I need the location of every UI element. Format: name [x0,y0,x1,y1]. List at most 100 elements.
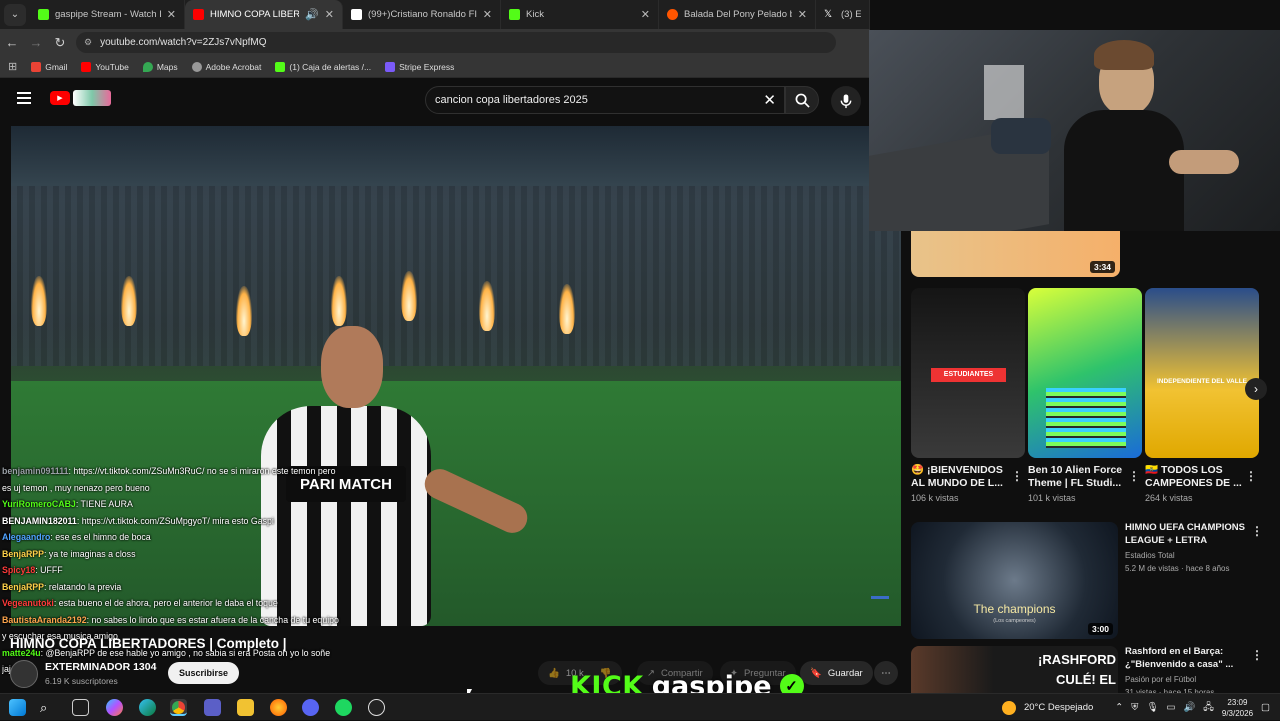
chat-username[interactable]: BenjaRPP [2,549,44,559]
voice-search-button[interactable] [831,86,861,116]
tab-cristiano-ronaldo[interactable]: (99+)Cristiano Ronaldo FIFA 19 ✕ [343,0,501,29]
tab-gaspipe-stream[interactable]: gaspipe Stream - Watch Live on ✕ [30,0,185,29]
close-tab-icon[interactable]: ✕ [483,8,492,21]
bookmark-gmail[interactable]: Gmail [31,61,67,72]
chrome-taskbar-button[interactable] [170,699,187,716]
network-icon[interactable]: 🖧 [1203,700,1214,716]
channel-name[interactable]: EXTERMINADOR 1304 [45,661,156,673]
obs-studio-icon[interactable] [368,699,385,716]
video-info[interactable]: HIMNO UEFA CHAMPIONS LEAGUE + LETRA Esta… [1125,521,1255,575]
microphone-icon[interactable]: 🎙 [1146,702,1158,713]
windows-security-icon[interactable]: ⛨ [1131,702,1138,713]
subscribe-button[interactable]: Suscribirse [168,662,240,684]
video-thumbnail[interactable]: The champions (Los campeones) 3:00 [911,522,1118,639]
more-options-icon[interactable]: ⋮ [1245,469,1257,483]
chat-username[interactable]: Spicy18 [2,565,35,575]
next-shorts-chevron-icon[interactable]: › [1245,378,1267,400]
battery-icon[interactable]: ▭ [1166,702,1175,713]
bookmark-alertas[interactable]: (1) Caja de alertas /... [275,61,371,72]
short-info[interactable]: Ben 10 Alien Force Theme | FL Studi... 1… [1028,464,1128,503]
chat-username[interactable]: BenjaRPP [2,582,44,592]
bookmark-stripe-express[interactable]: Stripe Express [385,61,454,72]
more-options-icon[interactable]: ⋮ [1128,469,1140,483]
spotify-icon[interactable] [335,699,352,716]
tray-chevron-icon[interactable]: ⌃ [1115,702,1123,713]
close-tab-icon[interactable]: ✕ [167,8,176,21]
more-options-icon[interactable]: ⋮ [1251,524,1263,538]
chat-message: BENJAMIN182011: https://vt.tiktok.com/ZS… [2,513,342,530]
site-info-icon[interactable]: ⚙ [84,37,92,48]
recommendations-sidebar: 3:34 ESTUDIANTES INDEPENDIENTE DEL VALLE… [905,231,1280,697]
short-thumbnail[interactable]: INDEPENDIENTE DEL VALLE [1145,288,1259,458]
tab-x-explore[interactable]: 𝕏 (3) Expl [816,0,870,29]
url-field[interactable]: ⚙ youtube.com/watch?v=2ZJs7vNpfMQ [76,32,836,53]
close-tab-icon[interactable]: ✕ [325,8,334,21]
chat-message: BenjaRPP: relatando la previa [2,579,342,596]
chat-username[interactable]: benjamin091111 [2,466,69,476]
close-tab-icon[interactable]: ✕ [641,8,650,21]
wall-calendar [984,65,1024,120]
reload-icon[interactable]: ↻ [48,35,72,51]
short-info[interactable]: 🤩 ¡BIENVENIDOS AL MUNDO DE L... 106 k vi… [911,464,1011,503]
discord-icon[interactable] [302,699,319,716]
video-info[interactable]: Rashford en el Barça: ¿"Bienvenido a cas… [1125,645,1255,699]
tab-kick[interactable]: Kick ✕ [501,0,659,29]
volume-icon[interactable]: 🔊 [1183,702,1195,713]
weather-sun-icon[interactable] [1001,700,1016,715]
recommended-thumbnail[interactable]: 3:34 [911,231,1120,277]
more-options-icon[interactable]: ⋮ [1011,469,1023,483]
windows-start-icon[interactable] [9,699,26,716]
short-info[interactable]: 🇪🇨 TODOS LOS CAMPEONES DE ... 264 k vist… [1145,464,1245,503]
bookmark-youtube[interactable]: YouTube [81,61,129,72]
search-icon[interactable]: ⌕ [40,699,57,716]
clear-search-icon[interactable]: ✕ [763,91,776,109]
youtube-icon [81,61,92,72]
close-tab-icon[interactable]: ✕ [798,8,807,21]
soundcloud-favicon-icon [667,9,678,20]
task-view-icon[interactable] [72,699,89,716]
bookmark-maps[interactable]: Maps [142,61,178,72]
youtube-logo-icon[interactable]: ▶ [50,91,70,105]
video-thumbnail[interactable]: ¡RASHFORD CULÉ! EL REGRESO [911,646,1118,696]
file-explorer-icon[interactable] [237,699,254,716]
gmail-icon [31,61,42,72]
tab-balada-pony[interactable]: Balada Del Pony Pelado by sr_a ✕ [659,0,816,29]
short-thumbnail[interactable]: ESTUDIANTES [911,288,1025,458]
apps-grid-icon[interactable]: ⊞ [8,60,17,73]
channel-avatar[interactable] [10,660,38,688]
youtube-doodle-logo[interactable] [73,90,111,106]
chat-text: : ya te imaginas a closs [44,548,136,559]
tab-himno-copa[interactable]: HIMNO COPA LIBERTADORE 🔊 ✕ [185,0,343,29]
search-button[interactable] [785,86,819,114]
forward-arrow-icon[interactable]: → [24,35,48,50]
chat-username[interactable]: Alegaandro [2,532,50,542]
audio-playing-icon[interactable]: 🔊 [305,8,319,21]
weather-widget[interactable]: 20°C Despejado [1024,702,1093,713]
save-button[interactable]: 🔖 Guardar [800,661,873,685]
clock[interactable]: 23:09 9/3/2026 [1222,697,1253,719]
notifications-icon[interactable]: ▢ [1261,702,1270,713]
chat-username[interactable]: BENJAMIN182011 [2,516,77,526]
chat-username[interactable]: YuriRomeroCABJ [2,499,76,509]
streamlabs-icon [275,61,286,72]
copilot-icon[interactable] [106,699,123,716]
tab-search-menu-icon[interactable]: ⌄ [4,3,26,26]
hamburger-menu-icon[interactable] [17,92,31,104]
tiktok-favicon-icon [351,9,362,20]
chat-username[interactable]: BautistaAranda2192 [2,615,87,625]
chat-username[interactable]: Vegeanutoki [2,598,54,608]
short-thumbnail[interactable] [1028,288,1142,458]
more-actions-button[interactable]: ⋯ [874,661,898,685]
address-bar-row: ← → ↻ ⚙ youtube.com/watch?v=2ZJs7vNpfMQ [0,29,870,56]
chat-text: : https://vt.tiktok.com/ZSuMpgyoT/ mira … [76,515,274,526]
system-tray: 20°C Despejado ⌃ ⛨ 🎙 ▭ 🔊 🖧 23:09 9/3/202… [1001,694,1280,721]
firefox-icon[interactable] [270,699,287,716]
search-input[interactable]: cancion copa libertadores 2025 ✕ [425,86,785,114]
edge-icon[interactable] [139,699,156,716]
back-arrow-icon[interactable]: ← [0,35,24,50]
player-head [321,326,383,408]
more-options-icon[interactable]: ⋮ [1251,648,1263,662]
youtube-header: ▶ cancion copa libertadores 2025 ✕ [0,78,870,122]
microsoft-store-icon[interactable] [204,699,221,716]
bookmark-adobe-acrobat[interactable]: Adobe Acrobat [191,61,261,72]
